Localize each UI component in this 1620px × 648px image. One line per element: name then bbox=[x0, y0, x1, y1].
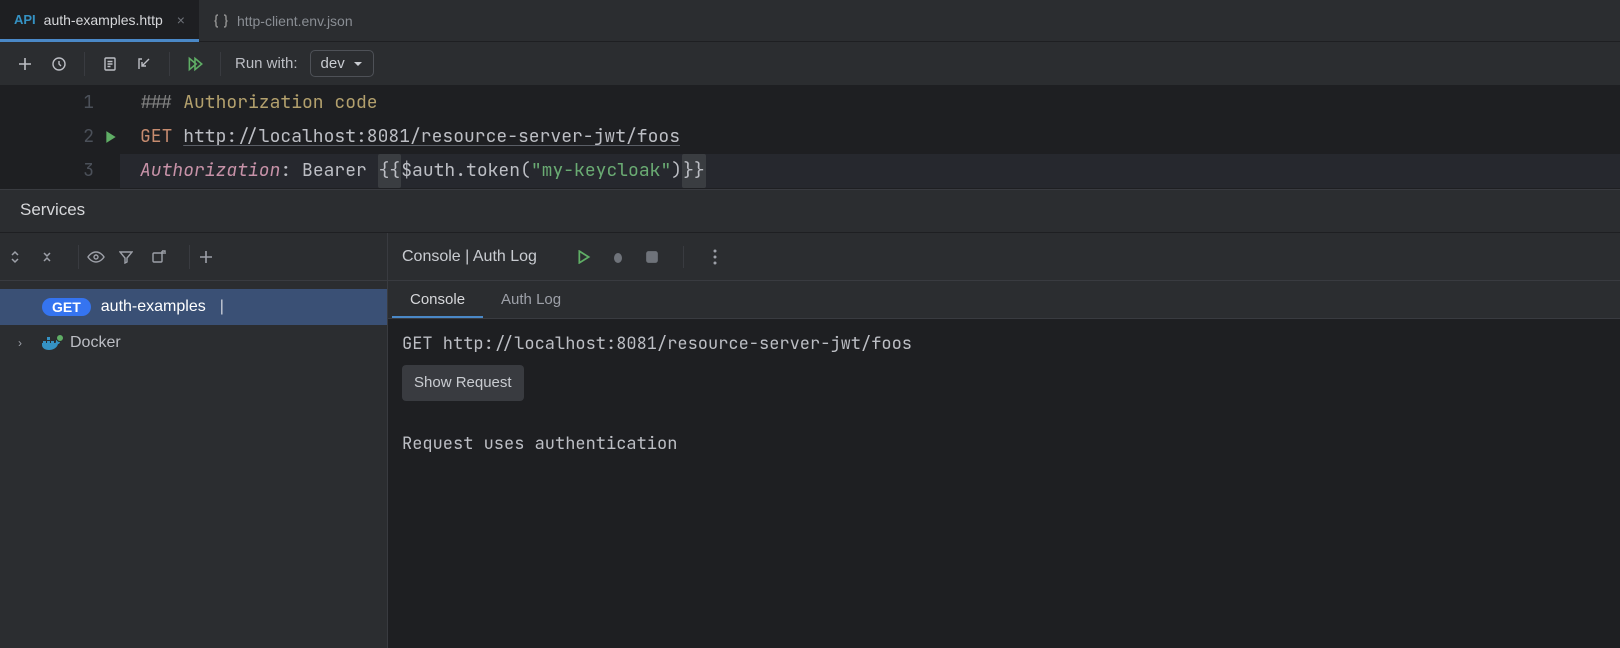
line-number: 2 bbox=[83, 120, 94, 154]
separator bbox=[220, 52, 221, 76]
code-token: ) bbox=[671, 154, 682, 188]
code-content[interactable]: ### Authorization code GET http://localh… bbox=[120, 86, 1620, 188]
separator bbox=[169, 52, 170, 76]
gutter-run-icon[interactable] bbox=[104, 130, 118, 144]
examples-button[interactable] bbox=[95, 49, 125, 79]
code-token: : bbox=[280, 154, 302, 188]
run-with-label: Run with: bbox=[235, 55, 298, 72]
code-token: http://localhost:8081/resource-server-jw… bbox=[183, 120, 680, 154]
separator bbox=[683, 246, 684, 268]
console-tabs: Console Auth Log bbox=[388, 281, 1620, 319]
cursor-indicator: | bbox=[220, 298, 224, 316]
tab-label: auth-examples.http bbox=[44, 12, 163, 28]
code-token: Authorization code bbox=[183, 86, 377, 120]
console-line: Request uses authentication bbox=[402, 429, 1606, 459]
console-header: Console | Auth Log bbox=[388, 233, 1620, 281]
code-token: "my-keycloak" bbox=[531, 154, 671, 188]
add-service-button[interactable] bbox=[198, 249, 228, 265]
env-select[interactable]: dev bbox=[310, 50, 374, 77]
tab-auth-examples[interactable]: API auth-examples.http × bbox=[0, 0, 199, 42]
debug-button[interactable] bbox=[605, 249, 631, 265]
chevron-down-icon bbox=[353, 59, 363, 69]
console-output[interactable]: GET http://localhost:8081/resource-serve… bbox=[388, 319, 1620, 648]
file-tabs: API auth-examples.http × http-client.env… bbox=[0, 0, 1620, 42]
code-editor[interactable]: 1 2 3 ### Authorization code GET http://… bbox=[0, 86, 1620, 188]
braces-icon bbox=[213, 13, 229, 29]
run-button[interactable] bbox=[571, 250, 597, 264]
tree-item-docker[interactable]: › Docker bbox=[0, 325, 387, 361]
tab-console[interactable]: Console bbox=[392, 283, 483, 318]
tree-item-label: Docker bbox=[70, 334, 121, 352]
expand-all-button[interactable] bbox=[8, 250, 38, 264]
services-panel: Services bbox=[0, 188, 1620, 648]
editor-toolbar: Run with: dev bbox=[0, 42, 1620, 86]
status-dot-icon bbox=[56, 334, 64, 342]
open-new-tab-button[interactable] bbox=[151, 249, 181, 265]
close-icon[interactable]: × bbox=[177, 12, 185, 28]
http-method-badge: GET bbox=[42, 298, 91, 316]
console-title: Console | Auth Log bbox=[402, 248, 537, 266]
docker-icon bbox=[42, 336, 60, 350]
separator bbox=[189, 245, 190, 269]
separator bbox=[78, 245, 79, 269]
services-tree: GET auth-examples | › Docker bbox=[0, 281, 387, 369]
more-button[interactable] bbox=[702, 249, 728, 265]
code-token: }} bbox=[682, 154, 706, 188]
code-token: GET bbox=[140, 120, 183, 154]
collapse-all-button[interactable] bbox=[40, 250, 70, 264]
tab-label: http-client.env.json bbox=[237, 13, 353, 29]
import-button[interactable] bbox=[129, 49, 159, 79]
gutter: 1 2 3 bbox=[0, 86, 120, 188]
tab-http-client-env[interactable]: http-client.env.json bbox=[199, 0, 367, 42]
filter-button[interactable] bbox=[119, 250, 149, 264]
separator bbox=[84, 52, 85, 76]
code-token: Bearer bbox=[302, 154, 378, 188]
chevron-right-icon[interactable]: › bbox=[18, 336, 22, 350]
line-number: 1 bbox=[83, 86, 94, 120]
code-token: {{ bbox=[378, 154, 402, 188]
show-button[interactable] bbox=[87, 250, 117, 264]
tab-auth-log[interactable]: Auth Log bbox=[483, 283, 579, 318]
services-toolbar bbox=[0, 233, 387, 281]
run-all-button[interactable] bbox=[180, 49, 210, 79]
services-tree-pane: GET auth-examples | › Docker bbox=[0, 233, 388, 648]
stop-button[interactable] bbox=[639, 250, 665, 264]
add-request-button[interactable] bbox=[10, 49, 40, 79]
line-number: 3 bbox=[83, 154, 94, 188]
env-value: dev bbox=[321, 55, 345, 72]
code-token: $auth.token( bbox=[401, 154, 531, 188]
api-icon: API bbox=[14, 12, 36, 27]
code-token: ### bbox=[140, 86, 183, 120]
console-pane: Console | Auth Log Console Auth Log bbox=[388, 233, 1620, 648]
services-title: Services bbox=[0, 189, 1620, 233]
console-line: GET http://localhost:8081/resource-serve… bbox=[402, 329, 1606, 359]
code-token: Authorization bbox=[140, 154, 280, 188]
tree-item-auth-examples[interactable]: GET auth-examples | bbox=[0, 289, 387, 325]
history-button[interactable] bbox=[44, 49, 74, 79]
tree-item-label: auth-examples bbox=[101, 298, 206, 316]
show-request-button[interactable]: Show Request bbox=[402, 365, 524, 401]
